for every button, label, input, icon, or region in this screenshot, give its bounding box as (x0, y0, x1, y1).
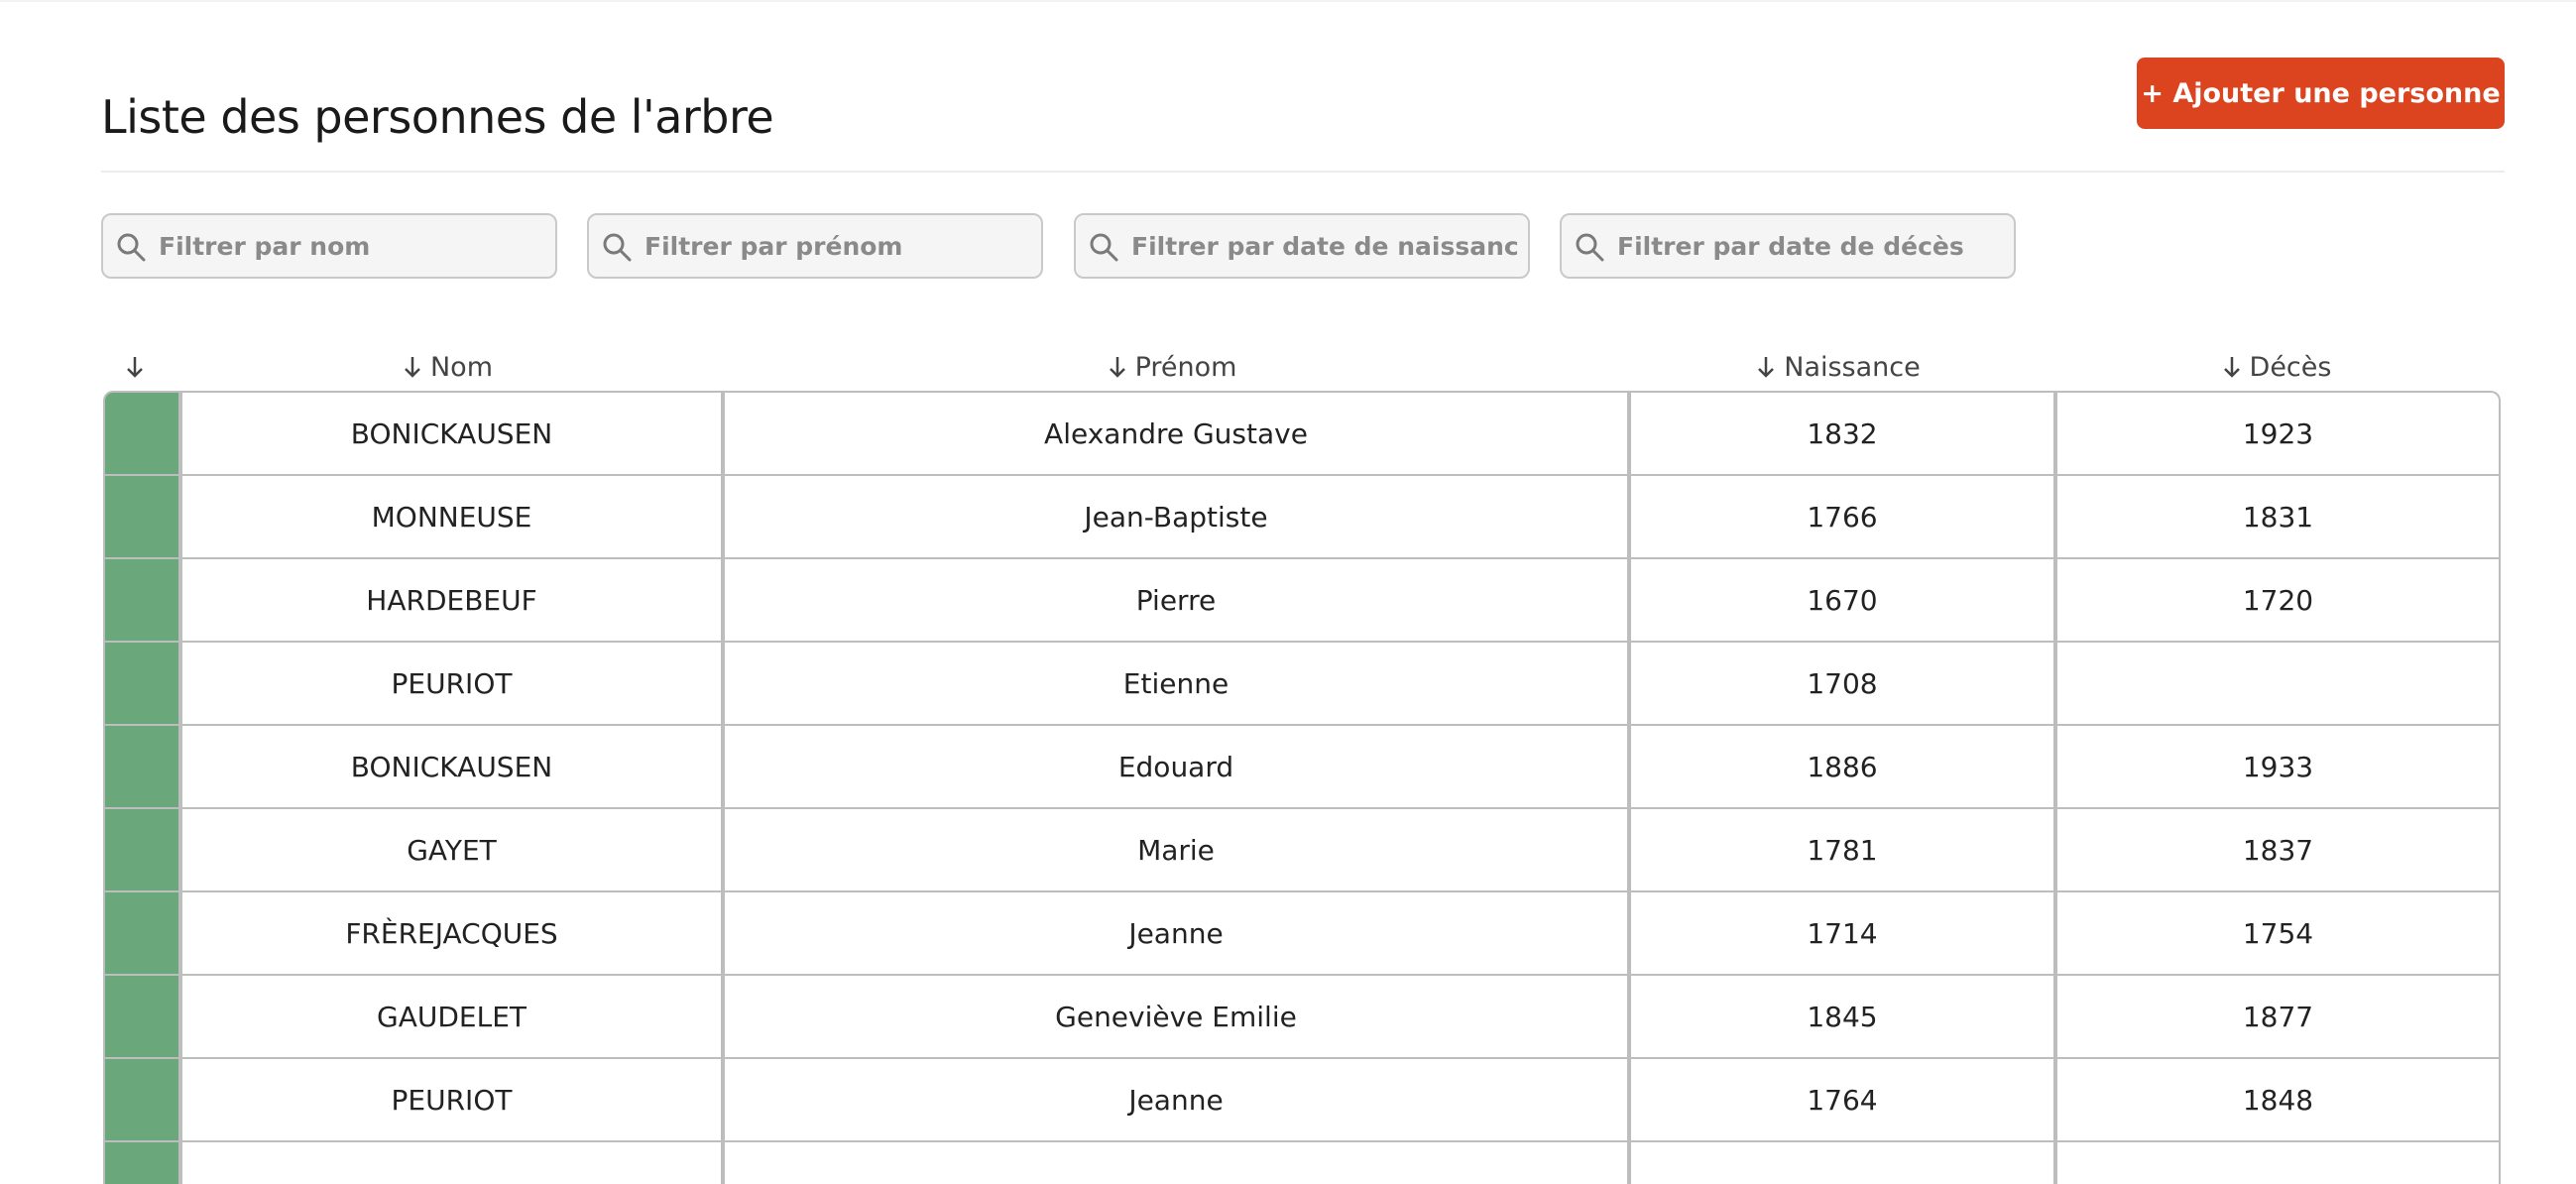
cell-prenom: Jeanne (725, 892, 1627, 974)
table-row[interactable]: BONICKAUSEN Edouard 1886 1933 (105, 726, 2499, 807)
filter-deces[interactable] (1560, 213, 2016, 279)
header-divider (101, 171, 2505, 173)
arrow-down-icon (127, 357, 143, 378)
filter-naissance[interactable] (1074, 213, 1530, 279)
column-header-label: Décès (2249, 351, 2332, 383)
cell-prenom: Marie (725, 809, 1627, 890)
filter-nom[interactable] (101, 213, 557, 279)
table-row[interactable] (105, 1142, 2499, 1184)
table-row[interactable]: BONICKAUSEN Alexandre Gustave 1832 1923 (105, 393, 2499, 474)
cell-naissance: 1781 (1631, 809, 2053, 890)
page: Liste des personnes de l'arbre + Ajouter… (0, 0, 2576, 1184)
cell-deces (2057, 1142, 2499, 1184)
filter-deces-input[interactable] (1617, 215, 2004, 277)
cell-prenom: Geneviève Emilie (725, 976, 1627, 1057)
row-color-marker (105, 476, 178, 557)
cell-naissance: 1670 (1631, 559, 2053, 641)
filter-nom-input[interactable] (159, 215, 545, 277)
cell-naissance: 1764 (1631, 1059, 2053, 1140)
cell-naissance: 1766 (1631, 476, 2053, 557)
cell-naissance: 1845 (1631, 976, 2053, 1057)
column-header-prenom[interactable]: Prénom (721, 347, 1623, 387)
table-row[interactable]: MONNEUSE Jean-Baptiste 1766 1831 (105, 476, 2499, 557)
persons-table: BONICKAUSEN Alexandre Gustave 1832 1923 … (103, 391, 2501, 1184)
arrow-down-icon (1109, 357, 1125, 378)
cell-nom: BONICKAUSEN (182, 726, 721, 807)
cell-nom: PEURIOT (182, 643, 721, 724)
cell-nom: BONICKAUSEN (182, 393, 721, 474)
add-person-button[interactable]: + Ajouter une personne (2137, 58, 2505, 129)
cell-deces: 1831 (2057, 476, 2499, 557)
row-color-marker (105, 809, 178, 890)
row-color-marker (105, 643, 178, 724)
table-row[interactable]: HARDEBEUF Pierre 1670 1720 (105, 559, 2499, 641)
table-row[interactable]: FRÈREJACQUES Jeanne 1714 1754 (105, 892, 2499, 974)
table-row[interactable]: PEURIOT Etienne 1708 (105, 643, 2499, 724)
cell-deces: 1720 (2057, 559, 2499, 641)
cell-prenom: Jean-Baptiste (725, 476, 1627, 557)
column-header-color[interactable] (103, 347, 175, 387)
column-header-label: Nom (429, 351, 494, 383)
cell-prenom: Jeanne (725, 1059, 1627, 1140)
cell-prenom: Alexandre Gustave (725, 393, 1627, 474)
column-header-deces[interactable]: Décès (2053, 347, 2500, 387)
cell-deces (2057, 643, 2499, 724)
cell-deces: 1848 (2057, 1059, 2499, 1140)
column-header-label: Naissance (1784, 351, 1921, 383)
arrow-down-icon (1758, 357, 1775, 378)
cell-prenom: Edouard (725, 726, 1627, 807)
cell-naissance: 1886 (1631, 726, 2053, 807)
cell-deces: 1837 (2057, 809, 2499, 890)
column-header-naissance[interactable]: Naissance (1627, 347, 2049, 387)
search-icon (603, 233, 632, 262)
cell-prenom: Pierre (725, 559, 1627, 641)
cell-nom (182, 1142, 721, 1184)
row-color-marker (105, 559, 178, 641)
filter-prenom-input[interactable] (644, 215, 1031, 277)
cell-prenom (725, 1142, 1627, 1184)
table-row[interactable]: PEURIOT Jeanne 1764 1848 (105, 1059, 2499, 1140)
cell-nom: FRÈREJACQUES (182, 892, 721, 974)
row-color-marker (105, 892, 178, 974)
cell-nom: PEURIOT (182, 1059, 721, 1140)
arrow-down-icon (2223, 357, 2240, 378)
cell-deces: 1754 (2057, 892, 2499, 974)
row-color-marker (105, 1142, 178, 1184)
cell-deces: 1933 (2057, 726, 2499, 807)
cell-naissance: 1708 (1631, 643, 2053, 724)
table-row[interactable]: GAYET Marie 1781 1837 (105, 809, 2499, 890)
cell-deces: 1877 (2057, 976, 2499, 1057)
search-icon (1576, 233, 1604, 262)
cell-prenom: Etienne (725, 643, 1627, 724)
search-icon (1090, 233, 1118, 262)
cell-deces: 1923 (2057, 393, 2499, 474)
column-header-label: Prénom (1134, 351, 1237, 383)
column-header-nom[interactable]: Nom (178, 347, 717, 387)
row-color-marker (105, 1059, 178, 1140)
search-icon (117, 233, 146, 262)
filter-prenom[interactable] (587, 213, 1043, 279)
cell-naissance (1631, 1142, 2053, 1184)
cell-nom: MONNEUSE (182, 476, 721, 557)
cell-nom: GAYET (182, 809, 721, 890)
arrow-down-icon (405, 357, 420, 378)
row-color-marker (105, 726, 178, 807)
row-color-marker (105, 976, 178, 1057)
row-color-marker (105, 393, 178, 474)
table-row[interactable]: GAUDELET Geneviève Emilie 1845 1877 (105, 976, 2499, 1057)
cell-naissance: 1714 (1631, 892, 2053, 974)
cell-naissance: 1832 (1631, 393, 2053, 474)
filter-naissance-input[interactable] (1131, 215, 1518, 277)
cell-nom: GAUDELET (182, 976, 721, 1057)
cell-nom: HARDEBEUF (182, 559, 721, 641)
page-title: Liste des personnes de l'arbre (101, 89, 774, 144)
